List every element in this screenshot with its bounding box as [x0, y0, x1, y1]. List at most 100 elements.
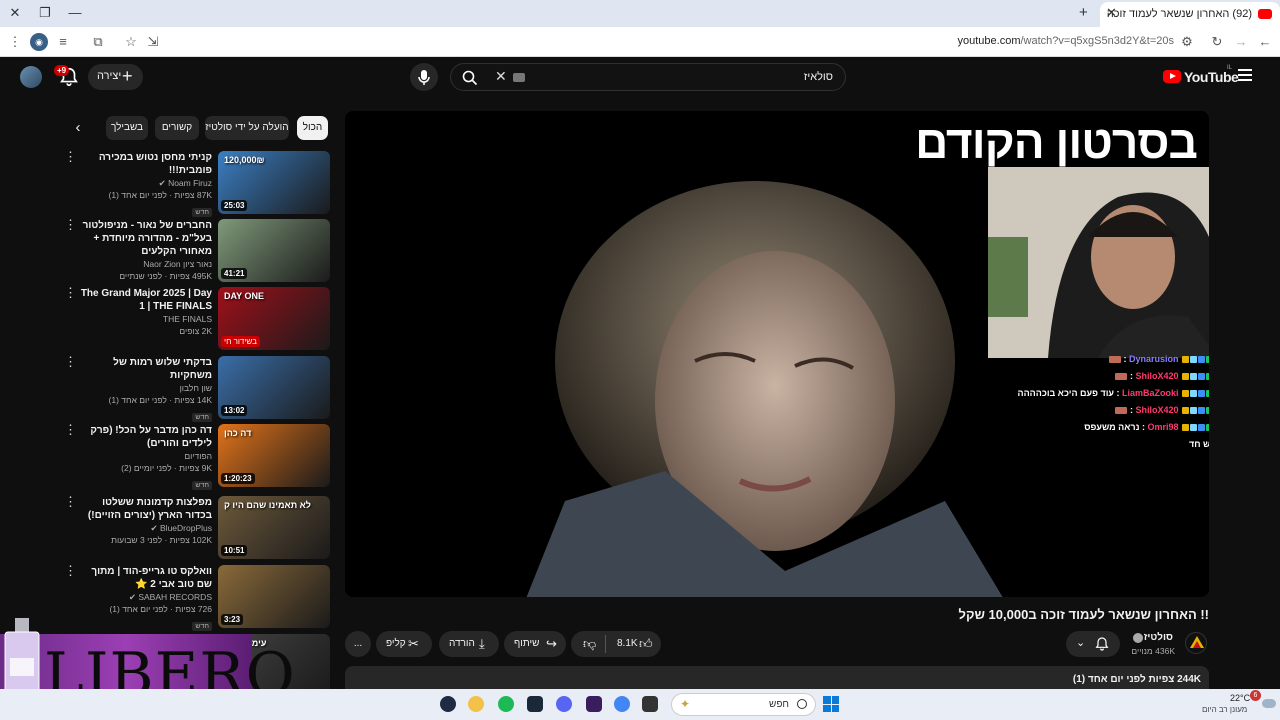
clear-search-icon[interactable]: ✕ [495, 68, 507, 85]
search-box[interactable]: ✕ סולאיז [450, 63, 846, 91]
windows-start-icon[interactable] [823, 696, 839, 712]
chat-message: ShiloX420 : [1013, 402, 1209, 419]
url-text[interactable]: youtube.com/watch?v=q5xgS5n3d2Y&t=20s [958, 35, 1175, 47]
chip-for-you[interactable]: בשבילך [106, 116, 148, 140]
more-options-icon[interactable]: ⋮ [64, 564, 77, 577]
video-thumbnail[interactable]: 41:21 [218, 219, 330, 282]
account-avatar[interactable] [20, 66, 42, 88]
channel-name[interactable]: THE FINALS [77, 313, 212, 325]
video-thumbnail[interactable]: דה כהן 1:20:23 [218, 424, 330, 487]
chat-text: יש חד [1188, 439, 1209, 449]
window-close-icon[interactable]: ✕ [4, 4, 26, 22]
thumbnail-text: לא תאמינו שהם היו ק [224, 500, 311, 510]
video-title[interactable]: The Grand Major 2025 | Day 1 | THE FINAL… [77, 287, 212, 313]
more-options-icon[interactable]: ⋮ [64, 286, 77, 299]
back-icon[interactable]: ← [1256, 33, 1274, 51]
file-explorer-icon[interactable] [642, 696, 658, 712]
taskbar-search-box[interactable]: ✦ חפש [671, 693, 816, 716]
site-settings-icon[interactable]: ⚙ [1178, 33, 1196, 51]
download-button[interactable]: הורדה ⤓ [439, 631, 499, 657]
chip-uploaded-by[interactable]: הועלה על ידי סולטיז [205, 116, 289, 140]
bell-icon [1095, 637, 1109, 651]
chips-prev-arrow-icon[interactable]: ‹ [66, 116, 90, 140]
channel-name[interactable]: נאור ציון Naor Zion [77, 258, 212, 270]
video-title[interactable]: וואלקס טו גרייפ-הוד | מתוך שם טוב אבי 2 … [77, 565, 212, 591]
video-meta: קניתי מחסן נטוש במכירה פומבית!!! Noam Fir… [77, 151, 212, 219]
new-tab-button[interactable]: + [1079, 4, 1088, 21]
plus-icon: + [122, 66, 133, 86]
recommended-video-item[interactable]: 41:21 החברים של נאור - מניפולטור בעל"מ - … [60, 218, 330, 283]
url-path: /watch?v=q5xgS5n3d2Y&t=20s [1020, 35, 1174, 47]
forward-icon[interactable]: → [1232, 33, 1250, 51]
video-thumbnail[interactable]: DAY ONE בשידור חי [218, 287, 330, 350]
chip-all[interactable]: הכול [297, 116, 328, 140]
more-options-icon[interactable]: ⋮ [64, 218, 77, 231]
create-button[interactable]: + יצירה [88, 64, 143, 90]
spotify-icon[interactable] [498, 696, 514, 712]
more-actions-button[interactable]: ... [345, 631, 371, 657]
chrome-icon[interactable] [614, 696, 630, 712]
subscription-bell-button[interactable]: ⌄ [1066, 631, 1120, 657]
profile-icon[interactable]: ◉ [30, 33, 48, 51]
video-title[interactable]: דה כהן מדבר על הכל! (פרק לילדים והורים) [77, 424, 212, 450]
subscriber-count: 436K מנויים [1131, 646, 1175, 656]
search-icon[interactable] [461, 69, 479, 87]
more-options-icon[interactable]: ⋮ [64, 495, 77, 508]
video-thumbnail[interactable]: 120,000₪ 25:03 [218, 151, 330, 214]
thumbnail-text: דה כהן [224, 428, 252, 438]
copilot-sparkle-icon: ✦ [680, 697, 691, 711]
video-player[interactable]: בסרטון הקודם Dynarusion : ShiloX420 : Li… [345, 111, 1209, 597]
channel-name[interactable]: שון חלבון [77, 382, 212, 394]
video-thumbnail[interactable]: לא תאמינו שהם היו ק 10:51 [218, 496, 330, 559]
recommended-video-item[interactable]: דה כהן 1:20:23 דה כהן מדבר על הכל! (פרק לי… [60, 423, 330, 490]
guide-menu-icon[interactable] [1238, 69, 1252, 81]
like-count[interactable]: 8.1K [617, 631, 638, 657]
recommended-video-item[interactable]: 120,000₪ 25:03 קניתי מחסן נטוש במכירה פומב… [60, 150, 330, 217]
recommended-video-item[interactable]: 13:02 בדקתי שלוש רמות של משחקיות שון חלבון… [60, 355, 330, 422]
channel-name[interactable]: BlueDropPlus ✔ [77, 522, 212, 534]
chat-username: LiamBaZooki [1121, 388, 1179, 398]
more-options-icon[interactable]: ⋮ [64, 355, 77, 368]
channel-name-text: נאור ציון Naor Zion [143, 259, 212, 269]
browser-menu-icon[interactable]: ⋮ [6, 33, 24, 51]
youtube-logo[interactable]: YouTube IL [1163, 65, 1239, 87]
keyboard-icon[interactable] [513, 73, 525, 82]
clip-button[interactable]: קליפ ✂ [376, 631, 432, 657]
tab-close-icon[interactable]: ✕ [1106, 5, 1117, 21]
video-title[interactable]: בדקתי שלוש רמות של משחקיות [77, 356, 212, 382]
recommended-video-item[interactable]: DAY ONE בשידור חי The Grand Major 2025 | D… [60, 286, 330, 351]
more-options-icon[interactable]: ⋮ [64, 150, 77, 163]
channel-name[interactable]: SABAH RECORDS ✔ [77, 591, 212, 603]
browser-tab-active[interactable]: (92) האחרון שנשאר לעמוד זוכה ✕ [1100, 2, 1280, 27]
reading-list-icon[interactable]: ≡ [54, 33, 72, 51]
channel-avatar[interactable] [1185, 632, 1207, 654]
extensions-icon[interactable]: ⧉ [89, 33, 107, 51]
video-thumbnail[interactable]: 13:02 [218, 356, 330, 419]
video-title[interactable]: קניתי מחסן נטוש במכירה פומבית!!! [77, 151, 212, 177]
channel-name[interactable]: סולטיז [1144, 632, 1173, 643]
video-title[interactable]: החברים של נאור - מניפולטור בעל"מ - מהדור… [77, 219, 212, 258]
window-restore-icon[interactable]: ❐ [34, 4, 56, 22]
channel-name[interactable]: הפודיום [77, 450, 212, 462]
chip-related[interactable]: קשורים [155, 116, 199, 140]
more-options-icon[interactable]: ⋮ [64, 423, 77, 436]
steam-icon[interactable] [527, 696, 543, 712]
share-button[interactable]: שיתוף ↪ [504, 631, 566, 657]
search-input[interactable]: סולאיז [804, 71, 833, 83]
nzxt-icon[interactable] [586, 696, 602, 712]
recommended-video-item[interactable]: לא תאמינו שהם היו ק 10:51 מפלצות קדמונות ש… [60, 495, 330, 560]
discord-icon[interactable] [556, 696, 572, 712]
voice-search-button[interactable] [410, 63, 438, 91]
address-bar[interactable]: ☆ ⇲ youtube.com/watch?v=q5xgS5n3d2Y&t=20… [118, 31, 1198, 53]
channel-name[interactable]: Noam Firuz ✔ [77, 177, 212, 189]
app-icon-1[interactable] [440, 696, 456, 712]
thumbs-up-icon[interactable]: 👍︎ [639, 631, 653, 657]
install-app-icon[interactable]: ⇲ [144, 33, 162, 51]
reload-icon[interactable]: ↻ [1208, 33, 1226, 51]
window-minimize-icon[interactable]: — [64, 4, 86, 22]
video-title[interactable]: מפלצות קדמונות ששלטו בכדור הארץ (יצורים … [77, 496, 212, 522]
bookmark-star-icon[interactable]: ☆ [122, 33, 140, 51]
weather-widget[interactable]: 22°C מעונן רב היום 6 [1200, 690, 1278, 718]
app-icon-2[interactable] [468, 696, 484, 712]
thumbs-down-icon[interactable]: 👎︎ [583, 631, 596, 657]
